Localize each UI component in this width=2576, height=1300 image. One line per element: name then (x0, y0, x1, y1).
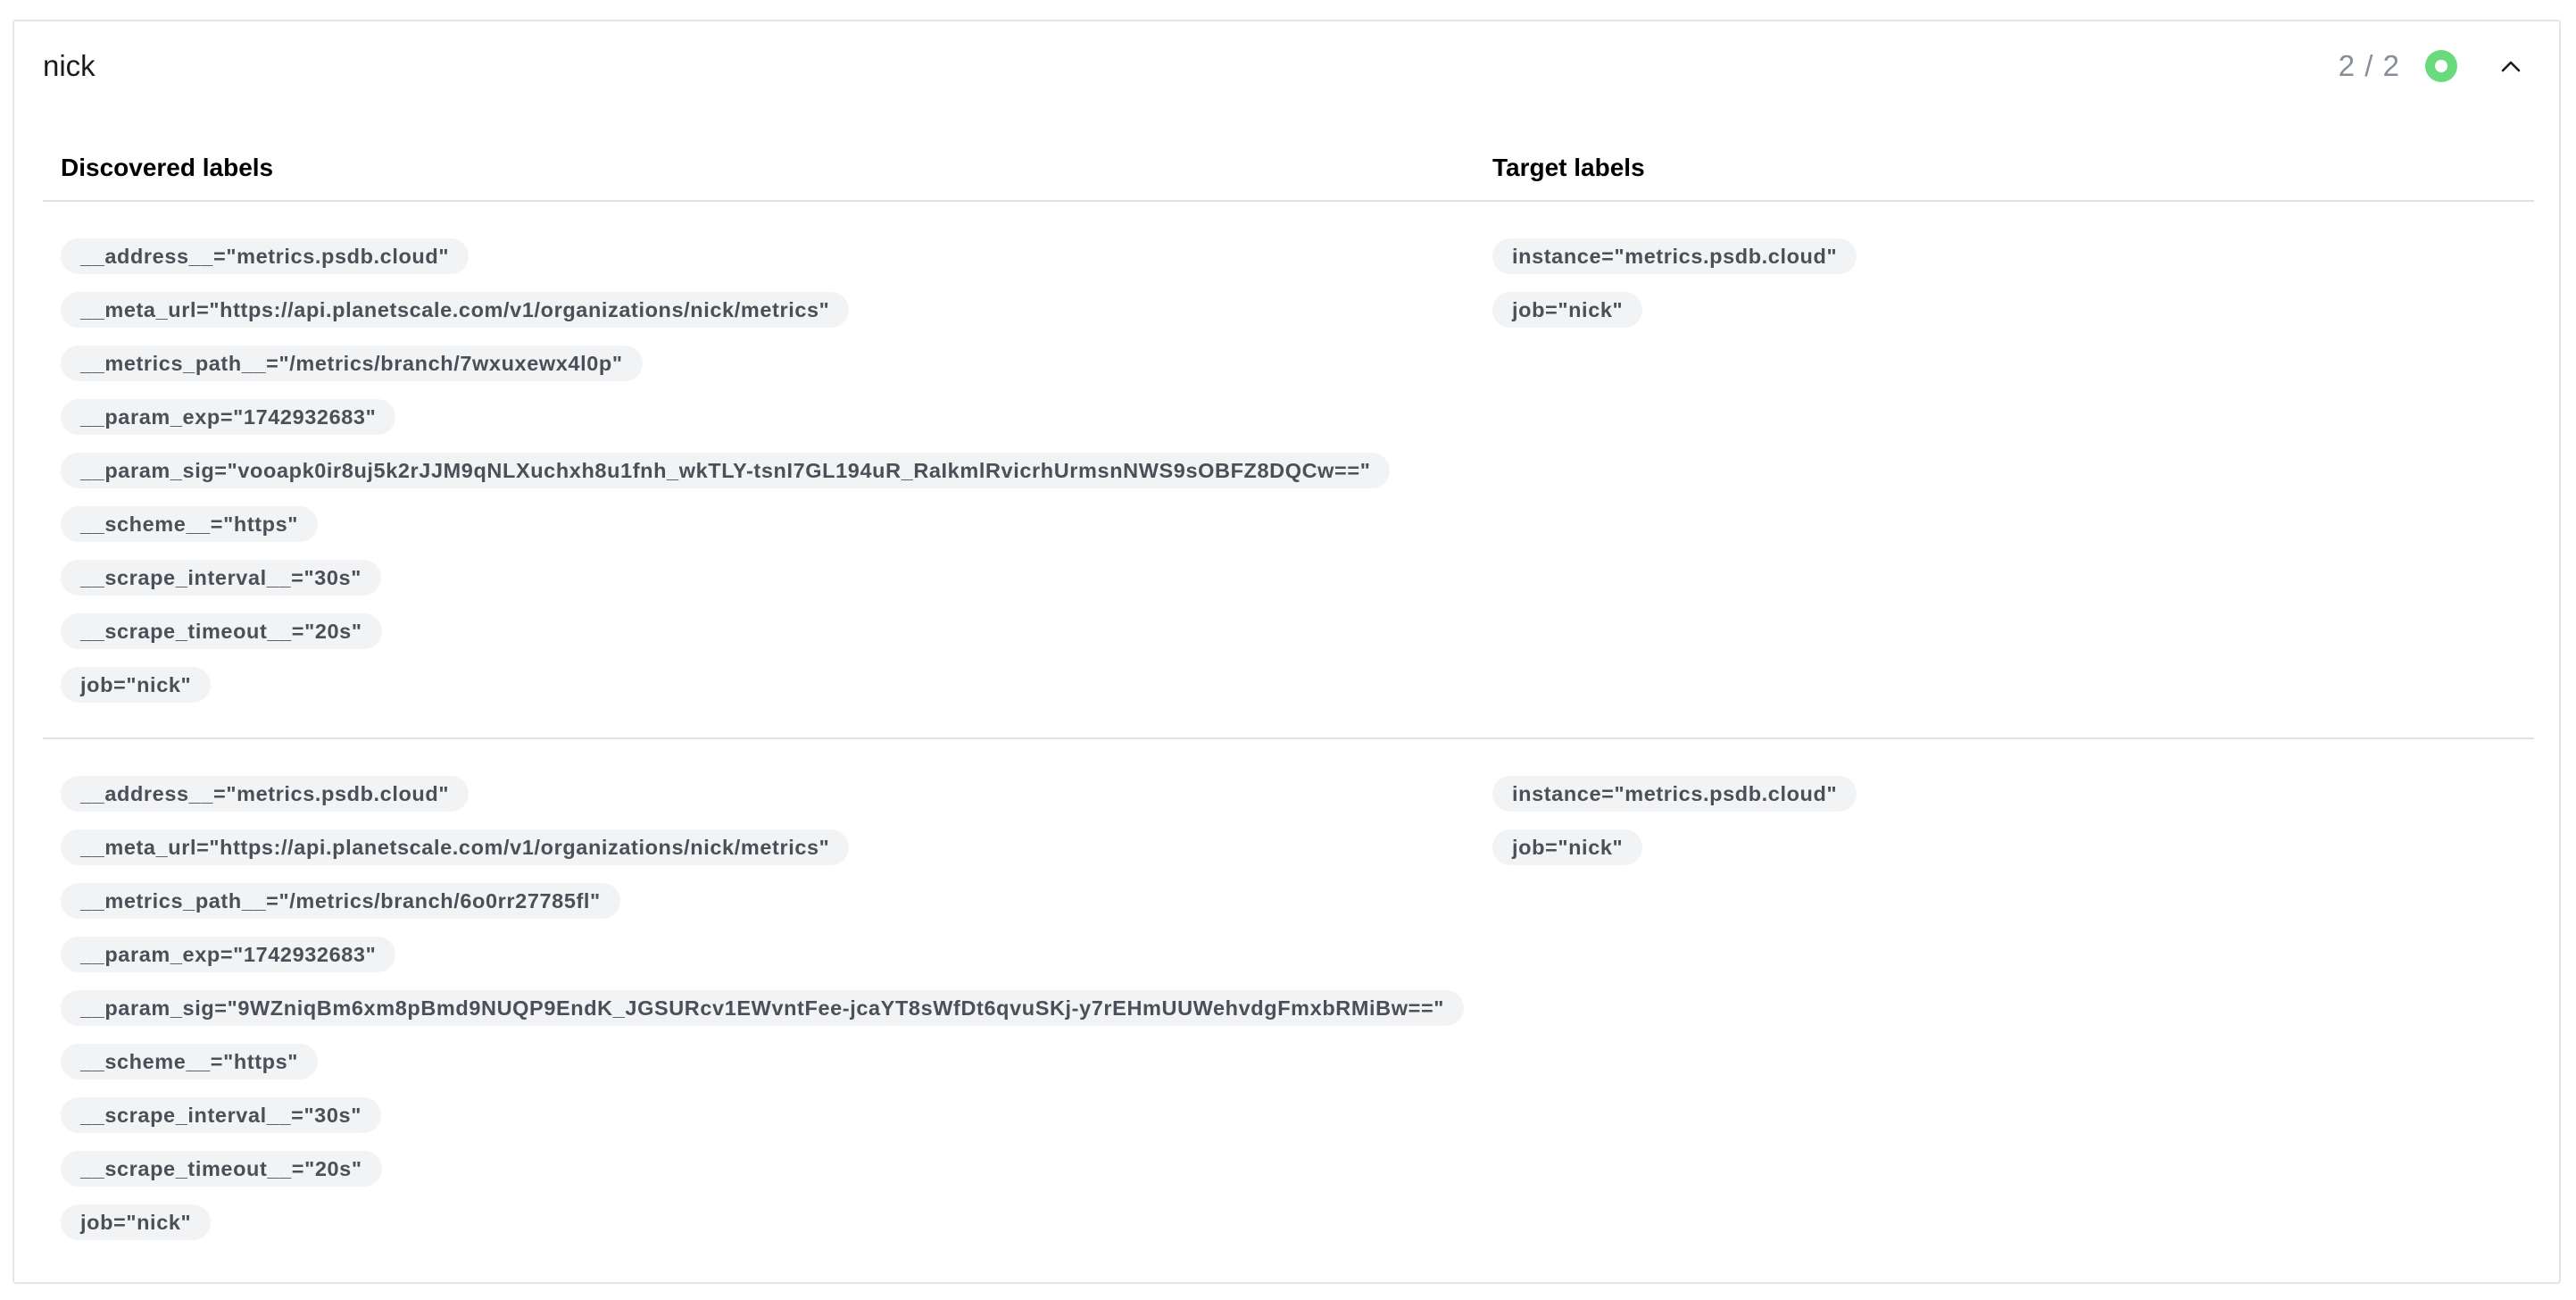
discovered-label-badge: __param_exp="1742932683" (61, 399, 396, 435)
discovered-label-badge: __meta_url="https://api.planetscale.com/… (61, 292, 850, 328)
scrape-pool-panel: nick 2 / 2 Discovered labels Target labe… (12, 20, 2561, 1284)
target-labels-cell: instance="metrics.psdb.cloud" job="nick" (1492, 776, 1857, 883)
header-target-labels: Target labels (1492, 154, 1645, 181)
discovered-label-badge: __metrics_path__="/metrics/branch/6o0rr2… (61, 883, 620, 919)
discovered-labels-cell: __address__="metrics.psdb.cloud" __meta_u… (61, 776, 1465, 1258)
target-label-badge: job="nick" (1492, 292, 1643, 328)
discovered-label-badge: __param_sig="9WZniqBm6xm8pBmd9NUQP9EndK_… (61, 990, 1465, 1026)
table-header: Discovered labels Target labels (43, 136, 2534, 202)
target-label-badge: job="nick" (1492, 829, 1643, 865)
target-labels-cell: instance="metrics.psdb.cloud" job="nick" (1492, 238, 1857, 346)
chevron-up-icon[interactable] (2495, 50, 2527, 82)
discovered-label-badge: __meta_url="https://api.planetscale.com/… (61, 829, 850, 865)
discovered-labels-cell: __address__="metrics.psdb.cloud" __meta_u… (61, 238, 1391, 721)
discovered-label-badge: __param_exp="1742932683" (61, 937, 396, 972)
discovered-label-badge: __scheme__="https" (61, 506, 319, 542)
health-count: 2 / 2 (2338, 49, 2400, 82)
discovered-label-badge: job="nick" (61, 667, 212, 703)
discovered-label-badge: __address__="metrics.psdb.cloud" (61, 238, 469, 274)
table-row: __address__="metrics.psdb.cloud" __meta_u… (43, 202, 2534, 739)
targets-table: Discovered labels Target labels __addres… (43, 136, 2534, 1277)
discovered-label-badge: __param_sig="vooapk0ir8uj5k2rJJM9qNLXuch… (61, 453, 1391, 488)
health-status-icon (2425, 50, 2457, 82)
discovered-label-badge: __address__="metrics.psdb.cloud" (61, 776, 469, 812)
discovered-label-badge: __scrape_interval__="30s" (61, 560, 381, 596)
table-body: __address__="metrics.psdb.cloud" __meta_u… (43, 202, 2534, 1277)
target-label-badge: instance="metrics.psdb.cloud" (1492, 776, 1857, 812)
scrape-pool-name: nick (43, 49, 96, 82)
discovered-label-badge: __scheme__="https" (61, 1044, 319, 1079)
target-label-badge: instance="metrics.psdb.cloud" (1492, 238, 1857, 274)
discovered-label-badge: __scrape_interval__="30s" (61, 1097, 381, 1133)
discovered-label-badge: __scrape_timeout__="20s" (61, 613, 382, 649)
table-row: __address__="metrics.psdb.cloud" __meta_u… (43, 739, 2534, 1277)
discovered-label-badge: job="nick" (61, 1204, 212, 1240)
discovered-label-badge: __scrape_timeout__="20s" (61, 1151, 382, 1187)
scrape-pool-header[interactable]: nick 2 / 2 (14, 21, 2559, 111)
scrape-pool-status: 2 / 2 (2339, 46, 2527, 86)
discovered-label-badge: __metrics_path__="/metrics/branch/7wxuxe… (61, 346, 643, 381)
header-discovered-labels: Discovered labels (61, 154, 274, 181)
